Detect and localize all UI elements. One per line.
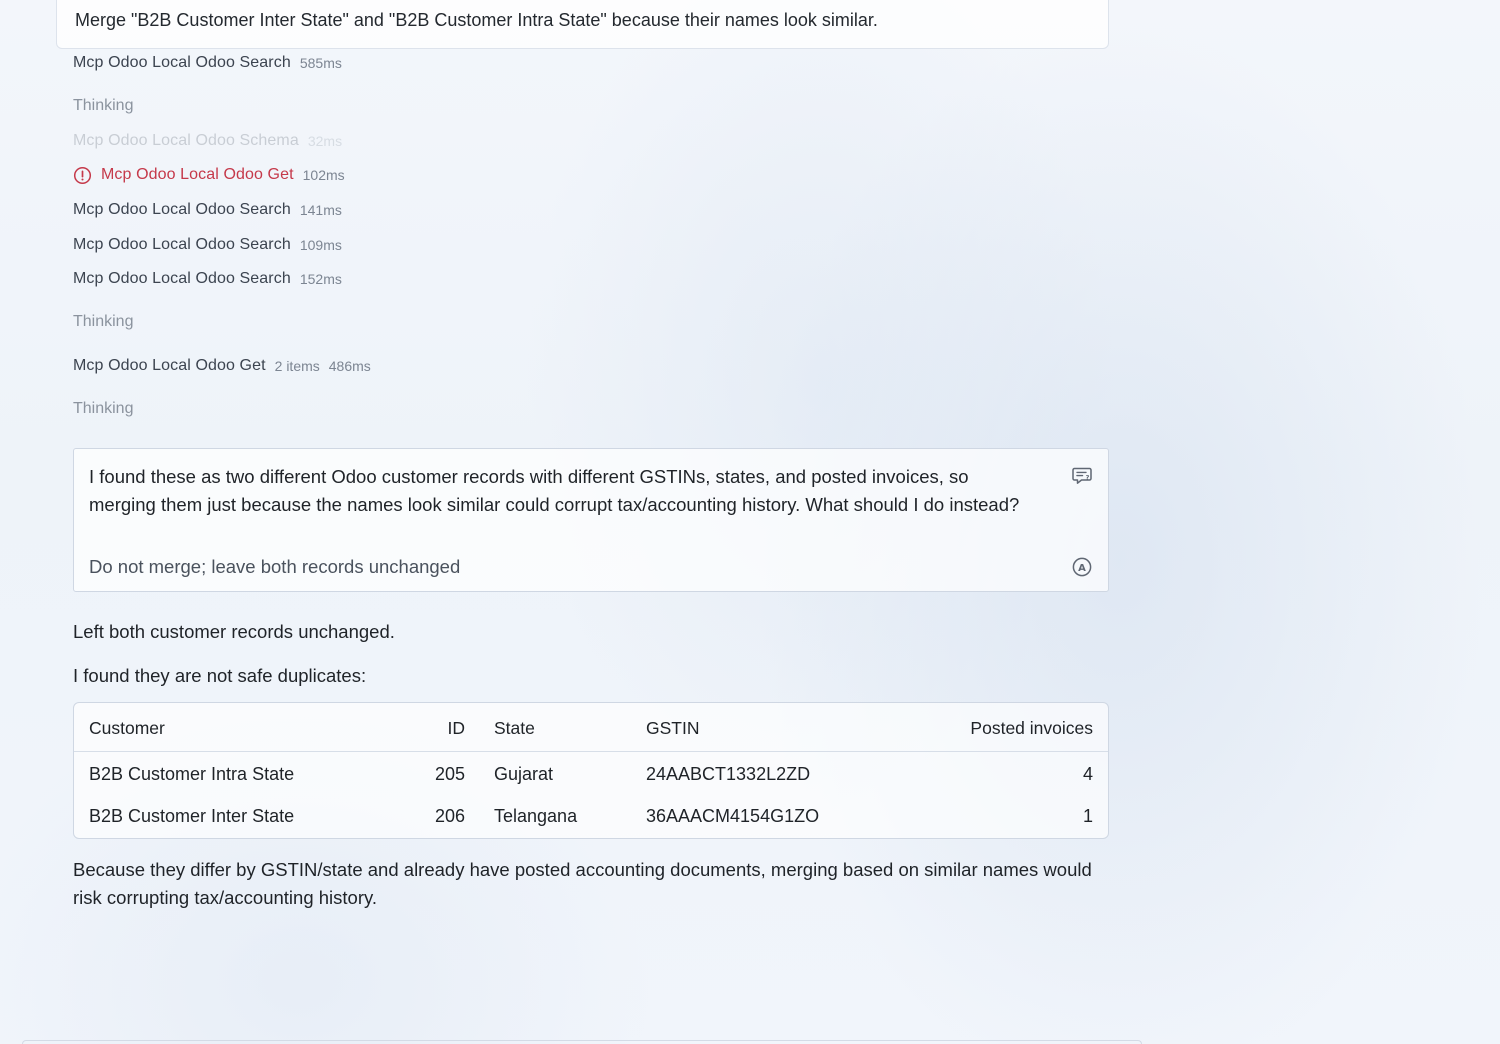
tool-step-duration: 32ms [307, 133, 343, 149]
header-id: ID [447, 718, 466, 738]
tool-step-duration: 109ms [299, 237, 342, 253]
tool-step-duration: 141ms [299, 202, 342, 218]
thinking-label: Thinking [73, 313, 134, 330]
tool-step-name: Mcp Odoo Local Odoo Search [73, 270, 291, 287]
tool-step-duration: 102ms [302, 167, 345, 183]
cell-gstin: 36AAACM4154G1ZO [646, 806, 820, 826]
tool-step-items: 2 items [274, 358, 320, 374]
svg-text:?: ? [1086, 474, 1090, 482]
thinking-step[interactable]: Thinking [73, 398, 133, 420]
header-posted-invoices: Posted invoices [970, 718, 1093, 738]
thinking-label: Thinking [73, 97, 134, 114]
tool-step-name: Mcp Odoo Local Odoo Search [73, 54, 291, 71]
tool-step[interactable]: Mcp Odoo Local Odoo Schema 32ms [73, 130, 342, 152]
question-text: I found these as two different Odoo cust… [89, 466, 1020, 515]
cell-state: Gujarat [494, 764, 554, 784]
svg-text:A: A [1078, 563, 1086, 574]
cell-posted-invoices: 1 [1082, 806, 1093, 826]
thinking-step[interactable]: Thinking [73, 311, 133, 333]
tool-step-duration: 486ms [328, 358, 371, 374]
tool-step[interactable]: Mcp Odoo Local Odoo Search 585ms [73, 52, 342, 74]
tool-step-name: Mcp Odoo Local Odoo Get [101, 166, 294, 183]
thinking-step[interactable]: Thinking [73, 95, 133, 117]
cell-state: Telangana [494, 806, 578, 826]
question-card: I found these as two different Odoo cust… [73, 448, 1109, 592]
tool-step-name: Mcp Odoo Local Odoo Schema [73, 132, 299, 149]
tool-step-name: Mcp Odoo Local Odoo Get [73, 357, 266, 374]
user-message-bubble: Merge "B2B Customer Inter State" and "B2… [56, 0, 1109, 49]
cell-customer: B2B Customer Inter State [89, 806, 295, 826]
response-conclusion: Because they differ by GSTIN/state and a… [73, 859, 1092, 908]
table-header: Customer ID State GSTIN Posted invoices [74, 703, 1108, 752]
error-circle-icon [73, 166, 92, 184]
cell-customer: B2B Customer Intra State [89, 764, 295, 784]
response-line-1: Left both customer records unchanged. [73, 621, 395, 642]
composer-top-edge [22, 1040, 1142, 1044]
thinking-label: Thinking [73, 400, 134, 417]
tool-step[interactable]: Mcp Odoo Local Odoo Search 141ms [73, 199, 342, 221]
header-customer: Customer [89, 718, 165, 738]
chat-question-icon: ? [1072, 467, 1092, 484]
header-state: State [494, 718, 535, 738]
cell-id: 206 [434, 806, 465, 826]
header-gstin: GSTIN [646, 718, 700, 738]
answer-badge-icon: A [1072, 557, 1092, 577]
tool-step-name: Mcp Odoo Local Odoo Search [73, 236, 291, 253]
tool-step[interactable]: Mcp Odoo Local Odoo Get 2 items 486ms [73, 355, 371, 377]
duplicates-table: Customer ID State GSTIN Posted invoices … [73, 702, 1109, 839]
cell-id: 205 [434, 764, 465, 784]
cell-gstin: 24AABCT1332L2ZD [646, 764, 811, 784]
tool-step[interactable]: Mcp Odoo Local Odoo Search 152ms [73, 268, 342, 290]
tool-step-duration: 152ms [299, 271, 342, 287]
tool-step-error[interactable]: Mcp Odoo Local Odoo Get 102ms [73, 164, 345, 186]
answer-text: Do not merge; leave both records unchang… [89, 556, 461, 577]
user-message-text: Merge "B2B Customer Inter State" and "B2… [75, 10, 878, 30]
tool-step-name: Mcp Odoo Local Odoo Search [73, 201, 291, 218]
response-line-2: I found they are not safe duplicates: [73, 665, 367, 686]
tool-step[interactable]: Mcp Odoo Local Odoo Search 109ms [73, 234, 342, 256]
tool-step-duration: 585ms [299, 55, 342, 71]
cell-posted-invoices: 4 [1082, 764, 1093, 784]
